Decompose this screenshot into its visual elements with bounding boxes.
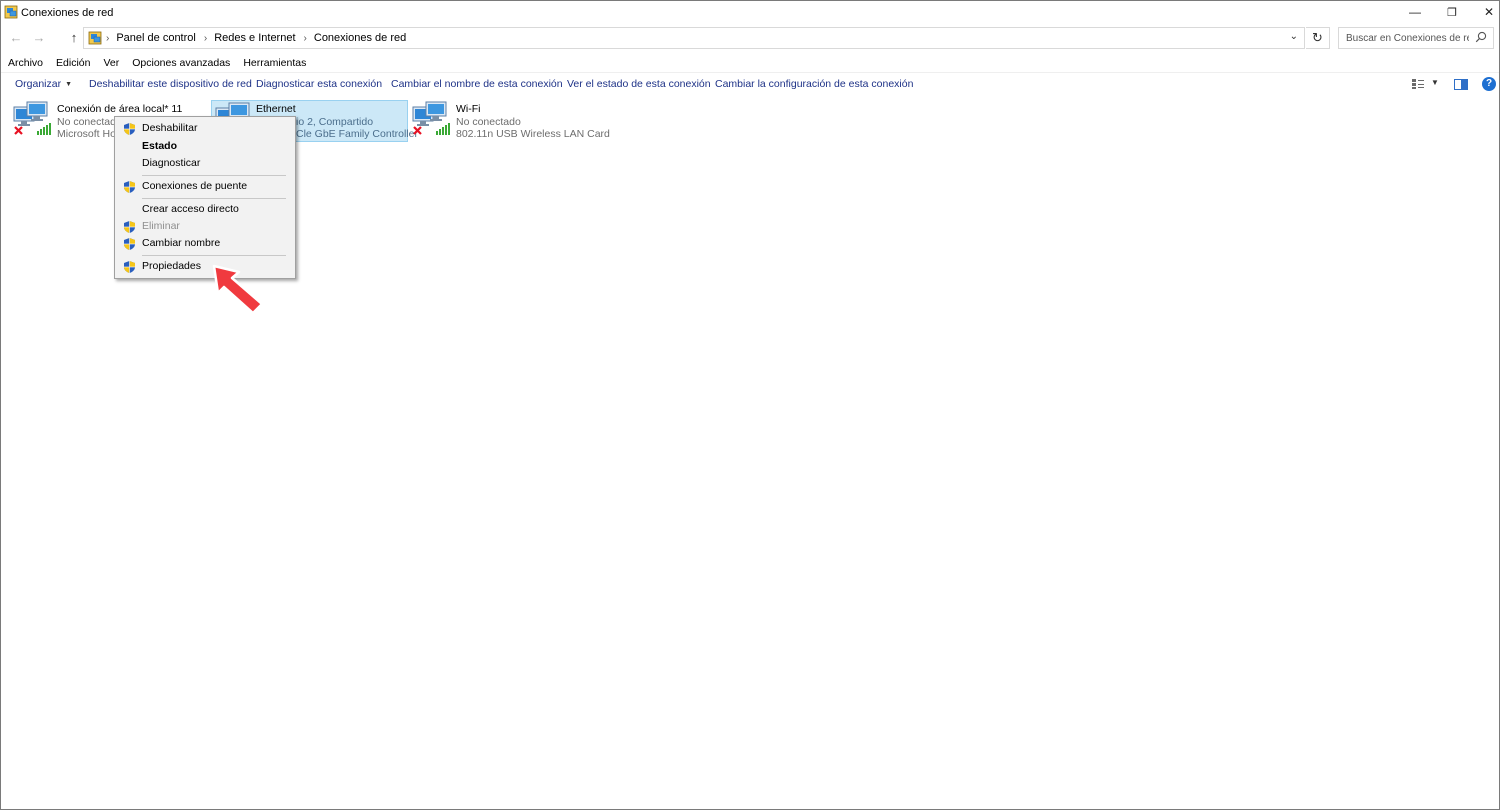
organize-label: Organizar xyxy=(15,78,62,90)
address-bar[interactable]: › Panel de control › Redes e Internet › … xyxy=(83,27,1305,49)
connection-text: Wi-Fi No conectado 802.11n USB Wireless … xyxy=(456,103,610,141)
menu-edicion[interactable]: Edición xyxy=(49,55,96,71)
menu-item-delete: Eliminar xyxy=(115,218,295,235)
menu-opciones-avanzadas[interactable]: Opciones avanzadas xyxy=(125,55,236,71)
menu-item-label: Diagnosticar xyxy=(142,157,201,169)
menu-separator xyxy=(142,198,286,199)
chevron-down-icon: ▼ xyxy=(65,81,73,88)
window: Conexiones de red — ❐ ✕ ← → ↑ › Panel de… xyxy=(0,0,1500,810)
address-row: ← → ↑ › Panel de control › Redes e Inter… xyxy=(1,27,1499,49)
window-title: Conexiones de red xyxy=(21,7,114,19)
view-options-icon[interactable] xyxy=(1411,78,1425,90)
shield-icon xyxy=(124,123,135,135)
preview-pane-icon[interactable] xyxy=(1454,79,1468,90)
title-bar: Conexiones de red — ❐ ✕ xyxy=(1,1,1499,25)
shield-icon xyxy=(124,181,135,193)
search-icon xyxy=(1475,31,1487,43)
menu-separator xyxy=(142,175,286,176)
diagnose-button[interactable]: Diagnosticar esta conexión xyxy=(256,78,382,90)
connection-name: Conexión de área local* 11 xyxy=(57,103,183,115)
pointer-arrow-icon xyxy=(212,264,264,315)
breadcrumb-control-panel[interactable]: Panel de control xyxy=(116,32,196,44)
menu-item-disable[interactable]: Deshabilitar xyxy=(115,120,295,137)
breadcrumb-network-connections[interactable]: Conexiones de red xyxy=(314,32,406,44)
change-settings-button[interactable]: Cambiar la configuración de esta conexió… xyxy=(715,78,913,90)
minimize-button[interactable]: — xyxy=(1397,1,1433,23)
network-connections-icon xyxy=(4,5,18,19)
shield-icon xyxy=(124,261,135,273)
menu-item-label: Estado xyxy=(142,140,178,152)
rename-button[interactable]: Cambiar el nombre de esta conexión xyxy=(391,78,563,90)
connection-device: 802.11n USB Wireless LAN Card xyxy=(456,128,610,140)
connection-name: Ethernet xyxy=(256,103,296,115)
connection-status: No conectado xyxy=(456,115,521,128)
network-adapter-icon xyxy=(13,101,51,135)
menu-item-create-shortcut[interactable]: Crear acceso directo xyxy=(115,201,295,218)
menu-item-label: Propiedades xyxy=(142,260,201,272)
command-bar: Organizar ▼ Deshabilitar este dispositivo… xyxy=(1,72,1499,95)
breadcrumb-network-internet[interactable]: Redes e Internet xyxy=(214,32,295,44)
view-status-button[interactable]: Ver el estado de esta conexión xyxy=(567,78,711,90)
menu-item-bridge[interactable]: Conexiones de puente xyxy=(115,178,295,195)
menu-item-label: Cambiar nombre xyxy=(142,237,221,249)
shield-icon xyxy=(124,221,135,233)
organize-button[interactable]: Organizar ▼ xyxy=(15,78,72,90)
menu-ver[interactable]: Ver xyxy=(96,55,125,71)
menu-item-label: Conexiones de puente xyxy=(142,180,248,192)
view-dropdown-icon[interactable]: ▼ xyxy=(1431,78,1439,87)
refresh-button[interactable]: ↻ xyxy=(1306,27,1330,49)
menu-bar: Archivo Edición Ver Opciones avanzadas H… xyxy=(1,55,312,71)
menu-item-label: Crear acceso directo xyxy=(142,203,239,215)
breadcrumb: › Panel de control › Redes e Internet › … xyxy=(106,32,407,44)
help-icon[interactable]: ? xyxy=(1482,77,1496,91)
menu-item-label: Eliminar xyxy=(142,220,180,232)
close-button[interactable]: ✕ xyxy=(1471,1,1500,23)
menu-item-diagnose[interactable]: Diagnosticar xyxy=(115,155,295,172)
search-box xyxy=(1338,27,1494,49)
forward-button[interactable]: → xyxy=(31,30,47,46)
context-menu: Deshabilitar Estado Diagnosticar Conexio… xyxy=(114,116,296,279)
shield-icon xyxy=(124,238,135,250)
connection-wifi[interactable]: Wi-Fi No conectado 802.11n USB Wireless … xyxy=(412,101,610,143)
address-history-dropdown[interactable]: ⌄ xyxy=(1290,31,1298,42)
menu-archivo[interactable]: Archivo xyxy=(1,55,49,71)
up-button[interactable]: ↑ xyxy=(66,30,82,46)
search-input[interactable] xyxy=(1339,28,1469,48)
menu-item-status[interactable]: Estado xyxy=(115,138,295,155)
wifi-adapter-icon xyxy=(412,101,450,135)
control-panel-icon xyxy=(88,31,102,45)
menu-separator xyxy=(142,255,286,256)
connection-name: Wi-Fi xyxy=(456,103,481,115)
back-button[interactable]: ← xyxy=(8,30,24,46)
menu-herramientas[interactable]: Herramientas xyxy=(236,55,312,71)
restore-button[interactable]: ❐ xyxy=(1434,1,1470,23)
menu-item-label: Deshabilitar xyxy=(142,122,198,134)
disable-device-button[interactable]: Deshabilitar este dispositivo de red xyxy=(89,78,252,90)
menu-item-rename[interactable]: Cambiar nombre xyxy=(115,235,295,252)
